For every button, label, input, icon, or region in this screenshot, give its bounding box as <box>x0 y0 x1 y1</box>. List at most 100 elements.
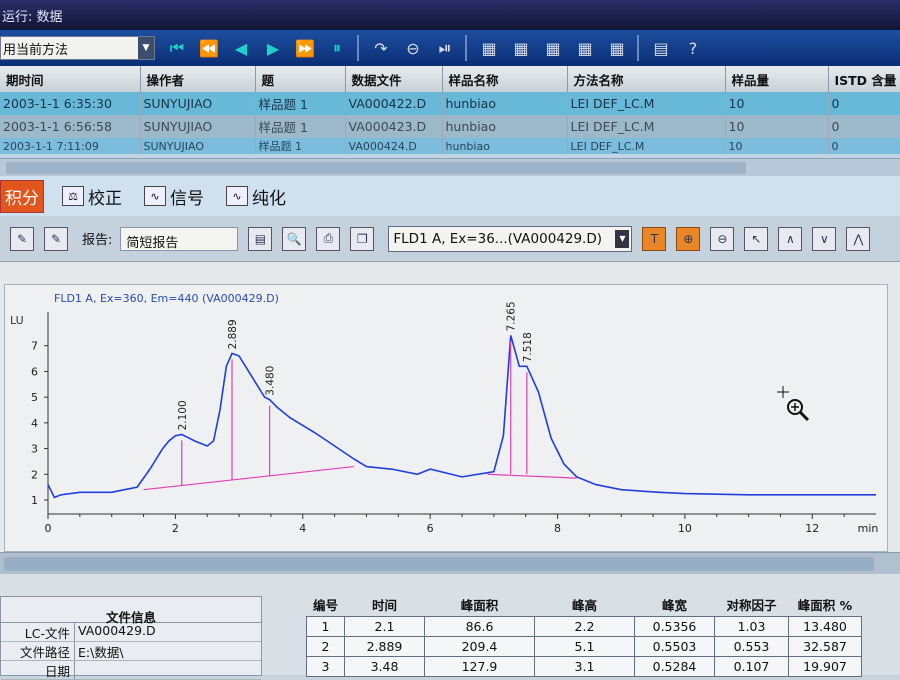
column-header[interactable]: 操作者 <box>140 66 256 92</box>
layout-icon[interactable]: ▦ <box>575 37 595 59</box>
column-header[interactable]: 样品量 <box>725 66 829 92</box>
table-cell: 0.5356 <box>634 615 715 637</box>
layout-icon[interactable]: ▦ <box>543 37 563 59</box>
split-peak-icon[interactable]: ∨ <box>812 226 837 251</box>
table-row[interactable]: 1 2.1 86.6 2.2 0.5356 1.03 13.480 <box>306 615 862 637</box>
tab-integration[interactable]: 积分 <box>0 179 44 213</box>
runs-table: 期时间 操作者 题 数据文件 样品名称 方法名称 样品量 ISTD 含量 200… <box>0 66 900 158</box>
table-row[interactable]: 3 3.48 127.9 3.1 0.5284 0.107 19.907 <box>306 655 862 677</box>
prev-icon[interactable]: ⏪ <box>199 37 219 59</box>
y-axis-label: LU <box>10 314 24 327</box>
peak-label: 7.518 <box>522 332 534 362</box>
table-row[interactable]: 2003-1-1 6:56:58 SUNYUJIAO 样品题 1 VA00042… <box>0 115 900 138</box>
copy-icon[interactable]: ❐ <box>350 226 375 251</box>
forward-icon[interactable]: ▶ <box>263 37 283 59</box>
table-cell: hunbiao <box>442 115 568 138</box>
table-cell: LEI DEF_LC.M <box>567 92 726 115</box>
column-header[interactable]: 期时间 <box>0 66 141 92</box>
file-info-key: 文件路径 <box>1 642 75 660</box>
table-cell: 3.48 <box>344 655 425 677</box>
print-preview-icon[interactable]: 🔍 <box>282 226 307 251</box>
chromatogram-chart[interactable]: FLD1 A, Ex=360, Em=440 (VA000429.D) LU 0… <box>0 262 900 552</box>
runs-horizontal-scrollbar[interactable] <box>0 158 900 176</box>
column-header[interactable]: 时间 <box>345 594 425 616</box>
column-header[interactable]: 样品名称 <box>442 66 568 92</box>
y-tick-label: 2 <box>31 468 38 481</box>
draw-baseline-icon[interactable]: ∧ <box>778 226 803 251</box>
column-header[interactable]: 方法名称 <box>567 66 726 92</box>
toolbar-separator <box>357 35 359 61</box>
x-tick-label: 4 <box>299 522 306 535</box>
table-cell: 86.6 <box>424 615 535 637</box>
pause-icon[interactable]: ⏸ <box>327 37 347 59</box>
scrollbar-thumb[interactable] <box>6 162 746 174</box>
chevron-down-icon[interactable]: ▼ <box>138 37 154 59</box>
column-header[interactable]: 峰面积 <box>425 594 535 616</box>
signal-select[interactable]: FLD1 A, Ex=36...(VA000429.D) ▼ <box>388 225 633 252</box>
chart-title: FLD1 A, Ex=360, Em=440 (VA000429.D) <box>54 292 279 305</box>
chart-horizontal-scrollbar[interactable] <box>0 552 900 574</box>
method-select[interactable]: 用当前方法 ▼ <box>0 36 155 60</box>
select-arrow-icon[interactable]: ↖ <box>744 226 769 251</box>
column-header[interactable]: 对称因子 <box>715 594 789 616</box>
y-tick-label: 7 <box>31 340 38 353</box>
column-header[interactable]: 峰面积 % <box>789 594 862 616</box>
layout-icon[interactable]: ▦ <box>607 37 627 59</box>
zoom-in-icon[interactable]: ⊕ <box>676 226 701 251</box>
tab-purity[interactable]: ∿ 纯化 <box>222 181 290 212</box>
report-preview-icon[interactable]: ▤ <box>248 226 273 251</box>
table-cell: 0 <box>828 92 900 115</box>
tab-signal[interactable]: ∿ 信号 <box>140 181 208 212</box>
column-header[interactable]: 数据文件 <box>345 66 443 92</box>
column-header[interactable]: 峰宽 <box>635 594 715 616</box>
table-row[interactable]: 2003-1-1 7:11:09 SUNYUJIAO 样品题 1 VA00042… <box>0 138 900 154</box>
back-icon[interactable]: ◀ <box>231 37 251 59</box>
table-cell: 10 <box>725 92 829 115</box>
file-info-value: VA000429.D <box>78 623 156 638</box>
table-row[interactable]: 2003-1-1 6:35:30 SUNYUJIAO 样品题 1 VA00042… <box>0 92 900 115</box>
table-cell: 2.889 <box>344 635 425 657</box>
table-cell: 2.1 <box>344 615 425 637</box>
layout-icon[interactable]: ▦ <box>479 37 499 59</box>
stop-icon[interactable]: ⊖ <box>403 37 423 59</box>
report-style-field[interactable]: 简短报告 <box>120 226 239 251</box>
scrollbar-thumb[interactable] <box>4 557 874 571</box>
sidebar-icon[interactable]: ▤ <box>651 37 671 59</box>
redo-icon[interactable]: ↷ <box>371 37 391 59</box>
table-cell: 2.2 <box>534 615 635 637</box>
table-cell: 0.107 <box>714 655 789 677</box>
column-header[interactable]: 编号 <box>307 594 345 616</box>
table-cell: 样品题 1 <box>255 138 346 154</box>
table-cell: VA000424.D <box>345 138 443 154</box>
file-info-key: LC-文件 <box>1 623 75 641</box>
chevron-down-icon[interactable]: ▼ <box>615 229 630 248</box>
x-tick-label: 6 <box>427 522 434 535</box>
column-header[interactable]: 题 <box>255 66 346 92</box>
zoom-out-icon[interactable]: ⊖ <box>710 226 735 251</box>
y-tick-label: 5 <box>31 391 38 404</box>
table-row[interactable]: 2 2.889 209.4 5.1 0.5503 0.553 32.587 <box>306 635 862 657</box>
tab-calibration[interactable]: ⚖ 校正 <box>58 181 126 212</box>
edit-events-icon[interactable]: ✎ <box>44 226 68 251</box>
tab-label: 积分 <box>5 188 39 209</box>
table-cell: 0 <box>828 115 900 138</box>
purity-icon: ∿ <box>226 186 248 206</box>
first-icon[interactable]: ⏮ <box>167 37 187 59</box>
column-header[interactable]: 峰高 <box>535 594 635 616</box>
print-icon[interactable]: ⎙ <box>316 226 341 251</box>
help-icon[interactable]: ? <box>683 37 703 59</box>
main-toolbar: 用当前方法 ▼ ⏮ ⏪ ◀ ▶ ⏩ ⏸ ↷ ⊖ ⏯ ▦ ▦ ▦ ▦ ▦ ▤ ? <box>0 30 900 66</box>
report-label: 报告: <box>82 233 113 248</box>
delete-peak-icon[interactable]: ⋀ <box>846 226 871 251</box>
column-header[interactable]: ISTD 含量 <box>828 66 900 92</box>
next-icon[interactable]: ⏩ <box>295 37 315 59</box>
method-select-label: 用当前方法 <box>3 42 69 58</box>
x-tick-label: 0 <box>45 522 52 535</box>
pause-circle-icon[interactable]: ⏯ <box>435 37 455 59</box>
table-cell: 样品题 1 <box>255 115 346 138</box>
auto-integrate-icon[interactable]: ✎ <box>10 226 34 251</box>
layout-icon[interactable]: ▦ <box>511 37 531 59</box>
tools-icon[interactable]: T <box>642 226 667 251</box>
table-cell: 2003-1-1 7:11:09 <box>0 138 141 154</box>
file-info-row: 文件路径 E:\数据\ <box>1 642 261 661</box>
